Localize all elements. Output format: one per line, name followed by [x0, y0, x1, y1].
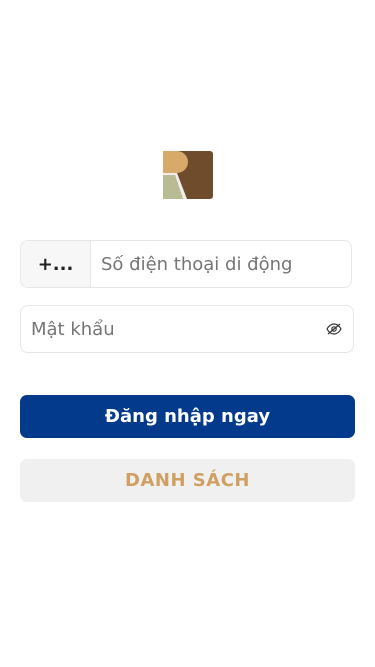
password-field-group [20, 305, 354, 353]
brand-logo-icon [163, 151, 213, 199]
register-button[interactable]: DANH SÁCH [20, 459, 355, 502]
login-page: +... Đăng nhập ngay DANH SÁCH [0, 0, 375, 667]
eye-icon[interactable] [321, 316, 347, 342]
brand-logo [163, 151, 213, 199]
country-code-selector[interactable]: +... [21, 241, 91, 287]
password-input[interactable] [21, 306, 321, 352]
phone-field-group: +... [20, 240, 352, 288]
phone-input[interactable] [91, 241, 351, 287]
login-button[interactable]: Đăng nhập ngay [20, 395, 355, 438]
